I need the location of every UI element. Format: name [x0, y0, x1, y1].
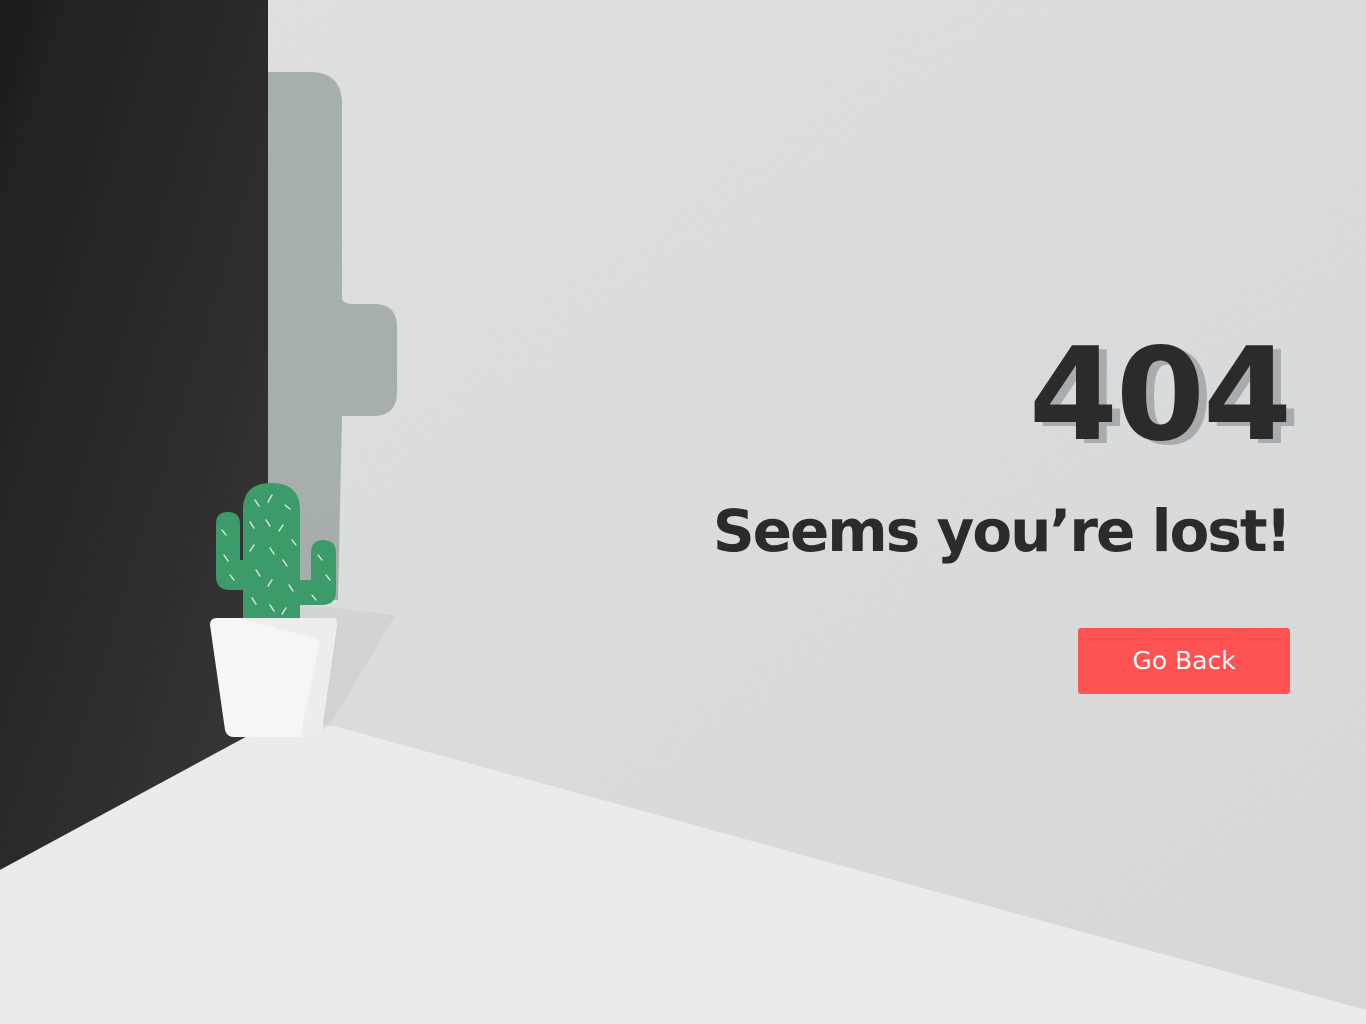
go-back-button[interactable]: Go Back [1078, 628, 1290, 694]
error-code-heading: 404 [1028, 321, 1292, 470]
error-404-page: 404 Seems you’re lost! Go Back [0, 0, 1366, 1024]
error-message-panel: 404 Seems you’re lost! Go Back [690, 321, 1292, 694]
lost-message: Seems you’re lost! [712, 497, 1292, 565]
side-wall [0, 0, 268, 870]
